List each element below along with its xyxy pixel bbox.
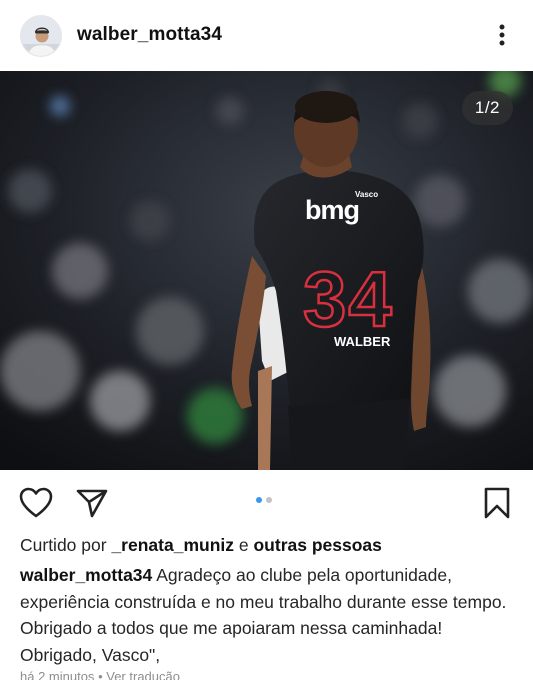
carousel-dot: [266, 497, 272, 503]
send-icon[interactable]: [75, 486, 109, 520]
likes-summary[interactable]: Curtido por _renata_muniz e outras pesso…: [20, 535, 382, 556]
post-username[interactable]: walber_motta34: [77, 24, 222, 46]
carousel-dot-active: [256, 497, 262, 503]
post-photo[interactable]: Vasco bmg 34 WALBER 1/2: [0, 71, 533, 470]
jersey-name: WALBER: [334, 334, 391, 349]
heart-icon[interactable]: [19, 486, 53, 520]
post-caption: walber_motta34 Agradeço ao clube pela op…: [20, 562, 515, 668]
bookmark-icon[interactable]: [480, 486, 514, 520]
post-actions: [0, 476, 533, 528]
likes-others[interactable]: outras pessoas: [253, 535, 381, 555]
vertical-ellipsis-icon[interactable]: [490, 20, 514, 50]
meta-separator: •: [98, 669, 103, 680]
likes-connector: e: [238, 535, 249, 555]
jersey-sponsor: bmg: [305, 195, 359, 225]
likes-prefix: Curtido por: [20, 535, 107, 555]
post-timestamp: há 2 minutos: [20, 669, 95, 680]
carousel-counter: 1/2: [461, 91, 513, 125]
post-header: walber_motta34: [0, 0, 533, 70]
post-meta: há 2 minutos • Ver tradução: [20, 669, 180, 680]
jersey-number: 34: [303, 255, 394, 343]
liker-username[interactable]: _renata_muniz: [111, 535, 234, 555]
player-photo: Vasco bmg 34 WALBER: [0, 71, 533, 470]
carousel-indicator: [256, 497, 272, 503]
profile-photo: [21, 16, 61, 56]
avatar[interactable]: [20, 15, 62, 57]
caption-username[interactable]: walber_motta34: [20, 565, 152, 585]
translate-link[interactable]: Ver tradução: [106, 669, 180, 680]
